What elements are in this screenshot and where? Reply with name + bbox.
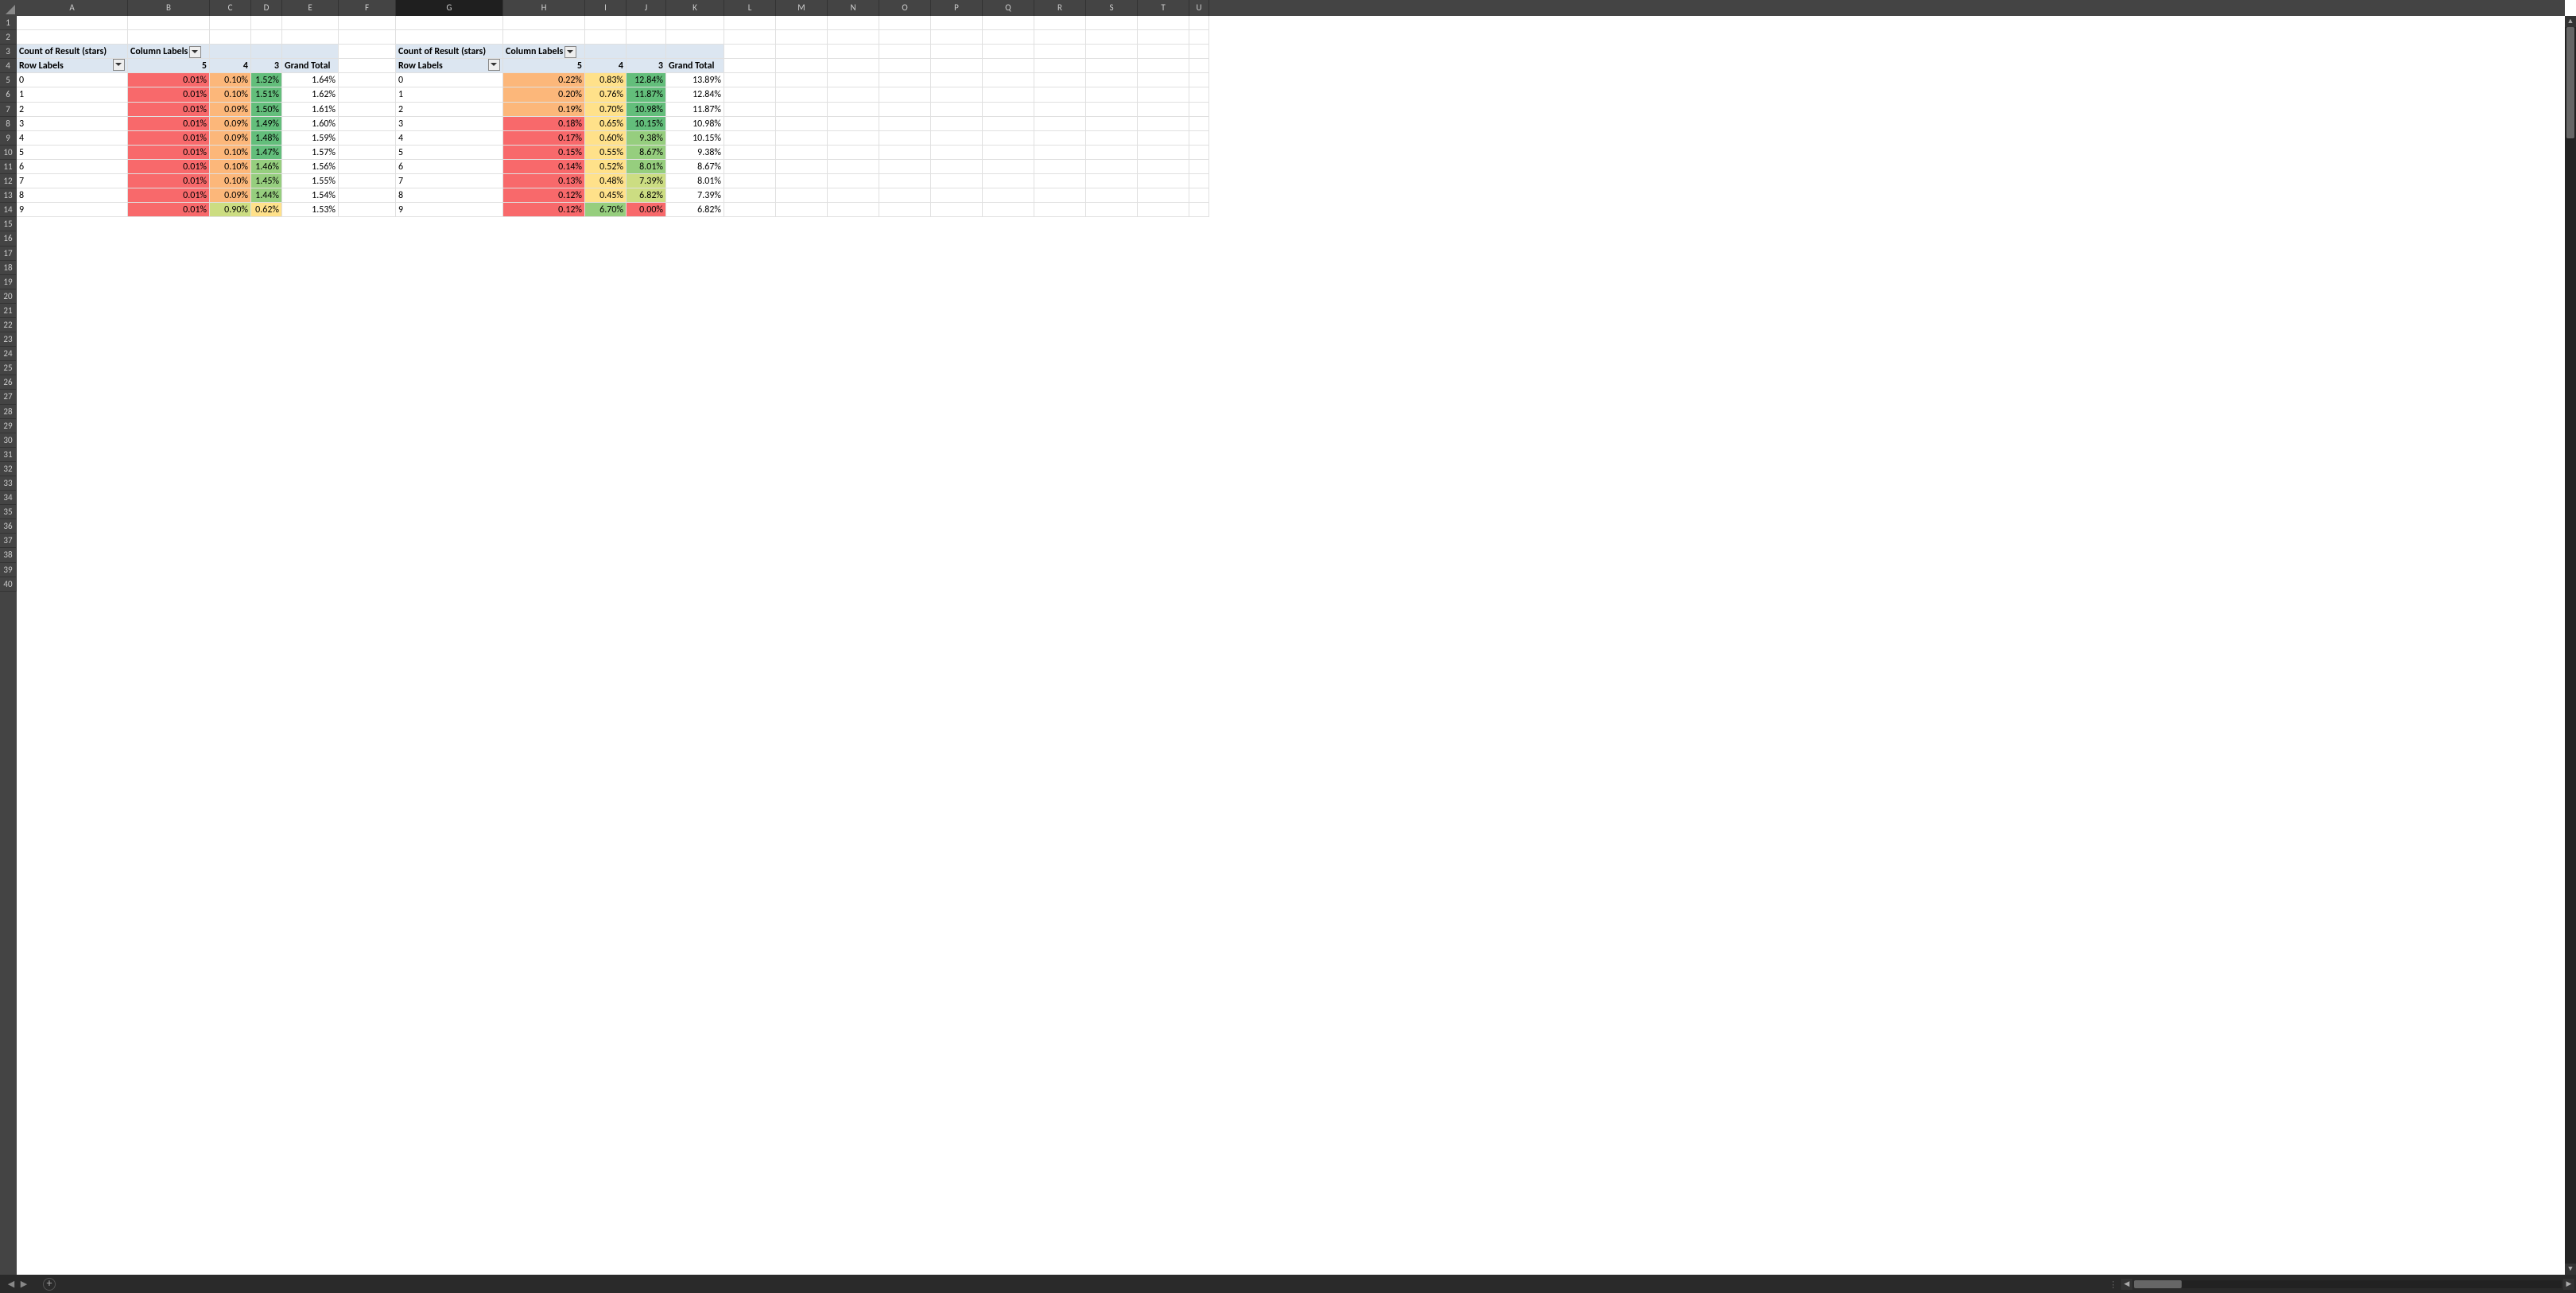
row-header-15[interactable]: 15: [0, 217, 17, 231]
row-header-3[interactable]: 3: [0, 45, 17, 59]
column-header-I[interactable]: I: [585, 0, 627, 16]
column-header-S[interactable]: S: [1086, 0, 1138, 16]
tab-nav-prev[interactable]: ◀: [6, 1279, 16, 1289]
column-header-C[interactable]: C: [210, 0, 251, 16]
column-header-P[interactable]: P: [931, 0, 983, 16]
row-header-2[interactable]: 2: [0, 30, 17, 45]
row-header-17[interactable]: 17: [0, 247, 17, 261]
row-headers[interactable]: 1234567891011121314151617181920212223242…: [0, 16, 17, 1275]
row-header-34[interactable]: 34: [0, 491, 17, 505]
column-header-E[interactable]: E: [282, 0, 339, 16]
column-header-U[interactable]: U: [1189, 0, 1209, 16]
row-header-30[interactable]: 30: [0, 433, 17, 448]
row-header-7[interactable]: 7: [0, 103, 17, 117]
column-header-T[interactable]: T: [1138, 0, 1189, 16]
row-header-31[interactable]: 31: [0, 448, 17, 462]
column-header-M[interactable]: M: [776, 0, 828, 16]
row-header-11[interactable]: 11: [0, 160, 17, 174]
pivot1-row-labels-filter-icon[interactable]: [113, 59, 125, 71]
horizontal-scroll-track[interactable]: [2134, 1280, 2562, 1288]
vertical-scrollbar[interactable]: ▲ ▼: [2565, 16, 2576, 1275]
spreadsheet-container: ABCDEFGHIJKLMNOPQRSTU 123456789101112131…: [0, 0, 2576, 1275]
row-header-19[interactable]: 19: [0, 275, 17, 289]
row-header-20[interactable]: 20: [0, 289, 17, 304]
row-header-1[interactable]: 1: [0, 16, 17, 30]
scroll-left-button[interactable]: ◀: [2121, 1279, 2132, 1290]
row-header-38[interactable]: 38: [0, 548, 17, 562]
row-header-13[interactable]: 13: [0, 188, 17, 203]
sheet-tab-bar: ◀ ▶ + ⋮ ◀ ▶: [0, 1275, 2576, 1293]
row-header-26[interactable]: 26: [0, 375, 17, 390]
row-header-4[interactable]: 4: [0, 59, 17, 73]
row-header-39[interactable]: 39: [0, 563, 17, 577]
row-header-33[interactable]: 33: [0, 476, 17, 491]
row-header-24[interactable]: 24: [0, 347, 17, 361]
scroll-up-button[interactable]: ▲: [2565, 16, 2576, 27]
horizontal-scroll-thumb[interactable]: [2134, 1280, 2182, 1288]
row-header-37[interactable]: 37: [0, 534, 17, 548]
row-header-36[interactable]: 36: [0, 519, 17, 534]
scroll-down-button[interactable]: ▼: [2565, 1264, 2576, 1275]
column-header-K[interactable]: K: [666, 0, 724, 16]
row-header-25[interactable]: 25: [0, 361, 17, 375]
pivot1-column-labels-filter-icon[interactable]: [189, 46, 201, 58]
row-header-21[interactable]: 21: [0, 304, 17, 318]
row-header-35[interactable]: 35: [0, 505, 17, 519]
row-header-16[interactable]: 16: [0, 231, 17, 246]
grid-area[interactable]: Count of Result (stars)Column LabelsCoun…: [17, 16, 2565, 1275]
add-sheet-button[interactable]: +: [43, 1278, 56, 1291]
tab-split-grip[interactable]: ⋮: [2105, 1279, 2121, 1290]
row-header-22[interactable]: 22: [0, 318, 17, 332]
pivot2-column-labels-filter-icon[interactable]: [564, 46, 576, 58]
column-header-R[interactable]: R: [1034, 0, 1086, 16]
tab-nav-buttons: ◀ ▶: [0, 1279, 35, 1289]
row-header-29[interactable]: 29: [0, 419, 17, 433]
select-all-corner[interactable]: [0, 0, 17, 17]
horizontal-scrollbar[interactable]: ⋮ ◀ ▶: [2105, 1276, 2574, 1293]
pivot2-row-labels-filter-icon[interactable]: [488, 59, 500, 71]
row-header-6[interactable]: 6: [0, 87, 17, 102]
column-header-B[interactable]: B: [128, 0, 210, 16]
column-header-A[interactable]: A: [17, 0, 128, 16]
row-header-10[interactable]: 10: [0, 146, 17, 160]
row-header-23[interactable]: 23: [0, 332, 17, 347]
row-header-8[interactable]: 8: [0, 117, 17, 131]
column-header-G[interactable]: G: [396, 0, 503, 16]
row-header-9[interactable]: 9: [0, 131, 17, 146]
column-headers[interactable]: ABCDEFGHIJKLMNOPQRSTU: [17, 0, 2565, 16]
column-header-L[interactable]: L: [724, 0, 776, 16]
column-header-F[interactable]: F: [339, 0, 396, 16]
row-header-5[interactable]: 5: [0, 73, 17, 87]
column-header-O[interactable]: O: [879, 0, 931, 16]
row-header-18[interactable]: 18: [0, 261, 17, 275]
column-header-N[interactable]: N: [828, 0, 879, 16]
scroll-right-button[interactable]: ▶: [2563, 1279, 2574, 1290]
column-header-D[interactable]: D: [251, 0, 282, 16]
row-header-12[interactable]: 12: [0, 174, 17, 188]
row-header-27[interactable]: 27: [0, 390, 17, 404]
column-header-Q[interactable]: Q: [983, 0, 1034, 16]
tab-nav-next[interactable]: ▶: [19, 1279, 29, 1289]
column-header-H[interactable]: H: [503, 0, 585, 16]
row-header-32[interactable]: 32: [0, 462, 17, 476]
column-header-J[interactable]: J: [627, 0, 666, 16]
row-header-14[interactable]: 14: [0, 203, 17, 217]
row-header-28[interactable]: 28: [0, 405, 17, 419]
vertical-scroll-thumb[interactable]: [2566, 27, 2574, 138]
row-header-40[interactable]: 40: [0, 577, 17, 592]
